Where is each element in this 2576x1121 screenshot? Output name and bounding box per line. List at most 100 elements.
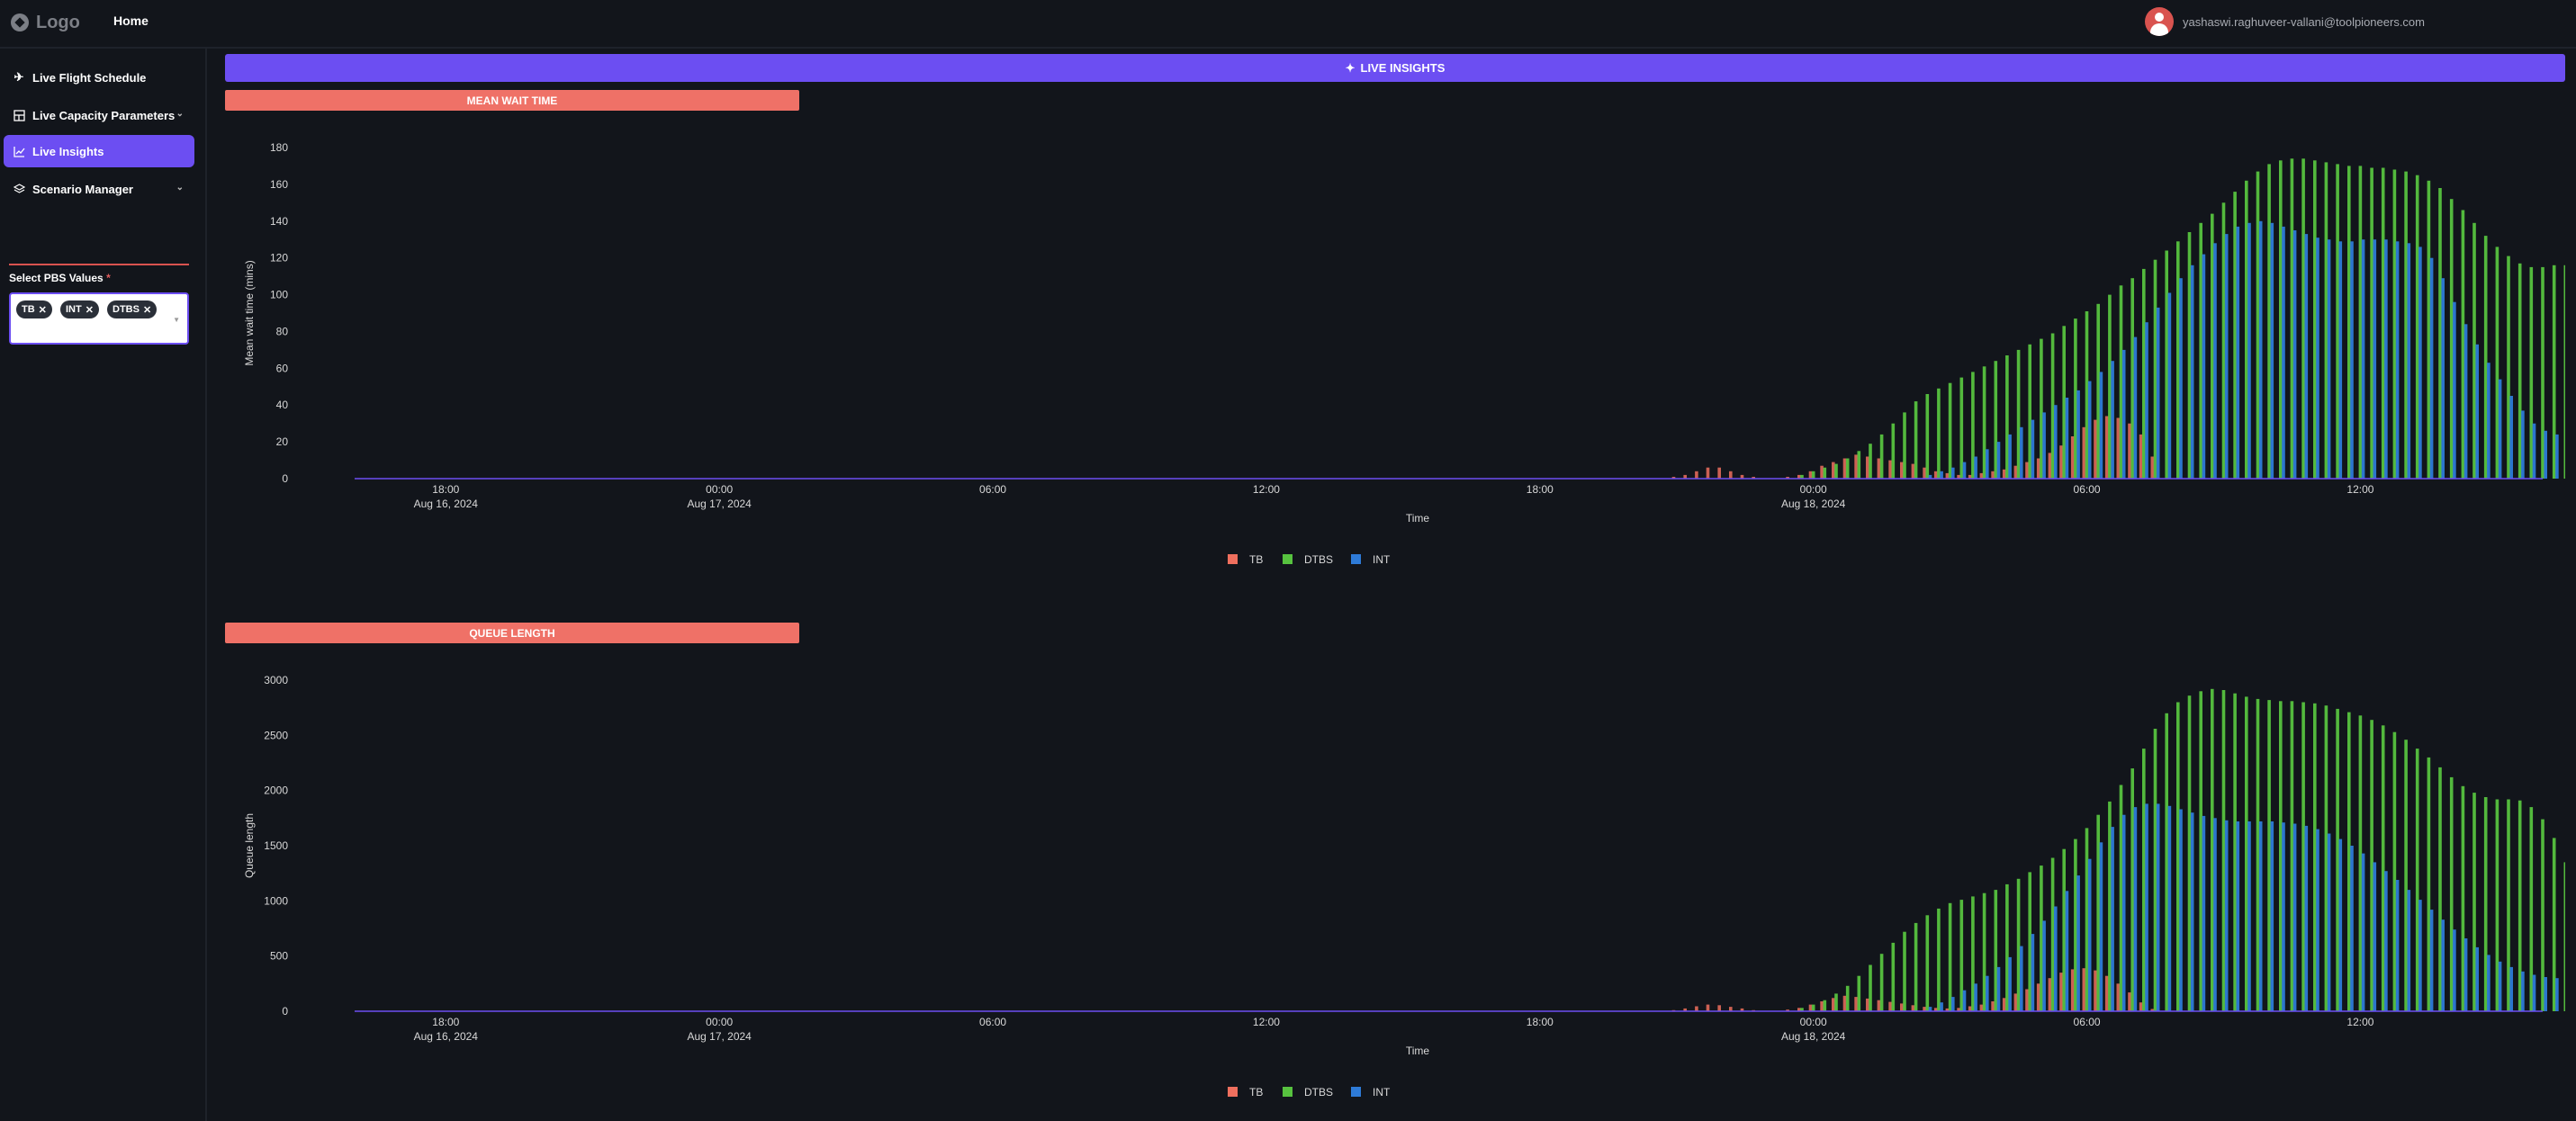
bar-dtbs xyxy=(1845,985,1850,1011)
bar-tb xyxy=(1979,1004,1984,1011)
bar-tb xyxy=(1945,472,1950,479)
sidebar-item-label: Live Insights xyxy=(32,144,104,158)
legend-label: INT xyxy=(1373,553,1391,566)
bar-dtbs xyxy=(2233,192,2237,479)
bar-dtbs xyxy=(2187,232,2192,479)
pbs-chip[interactable]: INT ✕ xyxy=(60,300,99,318)
bar-dtbs xyxy=(2187,695,2192,1011)
bar-int xyxy=(2008,434,2012,479)
pbs-multiselect[interactable]: TB ✕ INT ✕ DTBS ✕ ▼ xyxy=(9,292,189,345)
logo-text: Logo xyxy=(36,12,80,32)
bar-int xyxy=(2487,955,2490,1011)
avatar-icon[interactable] xyxy=(2145,7,2174,36)
x-tick-label: 00:00 xyxy=(706,1016,733,1028)
bar-int xyxy=(2453,929,2456,1011)
chevron-down-icon[interactable]: ⌄ xyxy=(176,183,184,193)
bar-tb xyxy=(1877,1000,1881,1011)
bar-tb xyxy=(2025,989,2029,1011)
bar-dtbs xyxy=(1925,915,1930,1011)
bar-int xyxy=(2292,823,2297,1011)
bar-int xyxy=(2190,265,2194,479)
bar-dtbs xyxy=(2108,294,2112,479)
bar-int xyxy=(2087,858,2092,1011)
sidebar-item-live-flight-schedule[interactable]: ✈ Live Flight Schedule xyxy=(4,61,194,94)
bar-dtbs xyxy=(1857,451,1861,479)
bar-dtbs xyxy=(2438,767,2442,1011)
bar-tb xyxy=(2059,973,2063,1011)
bar-dtbs xyxy=(2392,169,2397,479)
bar-int xyxy=(2111,361,2114,479)
bar-dtbs xyxy=(2301,158,2305,480)
y-tick-label: 0 xyxy=(282,472,288,485)
bar-tb xyxy=(1866,456,1869,479)
bar-int xyxy=(1986,449,1989,479)
close-icon[interactable]: ✕ xyxy=(86,304,94,316)
chevron-down-icon[interactable]: ⌄ xyxy=(176,109,184,119)
bar-int xyxy=(2076,875,2080,1011)
bar-int xyxy=(2282,226,2285,479)
bar-dtbs xyxy=(2279,160,2283,480)
bar-int xyxy=(2395,880,2400,1011)
bar-int xyxy=(1996,442,2001,479)
bar-tb xyxy=(1979,472,1984,479)
bar-tb xyxy=(2116,417,2121,479)
y-tick-label: 0 xyxy=(282,1005,288,1018)
user-menu[interactable]: yashaswi.raghuveer-vallani@toolpioneers.… xyxy=(2145,7,2425,36)
bar-dtbs xyxy=(2336,164,2339,479)
bar-dtbs xyxy=(2427,757,2431,1011)
y-tick-label: 180 xyxy=(270,141,288,154)
sidebar-item-scenario-manager[interactable]: Scenario Manager ⌄ xyxy=(4,173,194,205)
sidebar-item-live-capacity-parameters[interactable]: Live Capacity Parameters ⌄ xyxy=(4,99,194,131)
bar-int xyxy=(2121,349,2126,479)
y-axis-label: Queue length xyxy=(243,813,256,878)
bar-int xyxy=(2224,234,2229,479)
bar-dtbs xyxy=(2221,690,2226,1011)
bar-int xyxy=(2076,390,2080,479)
bar-int xyxy=(1986,975,1989,1011)
bar-dtbs xyxy=(2085,828,2089,1011)
bar-dtbs xyxy=(2483,236,2488,479)
logo[interactable]: Logo xyxy=(11,11,80,34)
pbs-label-text: Select PBS Values xyxy=(9,272,104,284)
bar-int xyxy=(2441,919,2445,1011)
x-tick-date-label: Aug 17, 2024 xyxy=(687,498,752,510)
legend-swatch xyxy=(1228,1087,1238,1097)
legend-swatch xyxy=(1283,1087,1293,1097)
bar-int xyxy=(2509,966,2513,1011)
close-icon[interactable]: ✕ xyxy=(143,304,151,316)
bar-int xyxy=(2532,423,2536,479)
close-icon[interactable]: ✕ xyxy=(39,304,47,316)
pbs-chip[interactable]: TB ✕ xyxy=(16,300,52,318)
bar-dtbs xyxy=(2165,713,2168,1011)
bar-int xyxy=(2463,324,2468,479)
bar-dtbs xyxy=(1948,902,1952,1011)
bar-int xyxy=(2521,971,2525,1011)
x-tick-label: 18:00 xyxy=(1527,483,1554,496)
bar-int xyxy=(2350,241,2354,479)
bar-int xyxy=(2327,239,2331,479)
layers-icon xyxy=(13,183,25,195)
bar-tb xyxy=(2128,992,2131,1011)
bar-tb xyxy=(2013,465,2018,479)
pbs-chip[interactable]: DTBS ✕ xyxy=(107,300,158,318)
bar-dtbs xyxy=(2096,303,2100,479)
bar-dtbs xyxy=(2427,180,2431,480)
sidebar-item-live-insights[interactable]: Live Insights xyxy=(4,135,194,167)
legend-swatch xyxy=(1228,554,1238,564)
chevron-down-icon[interactable]: ▼ xyxy=(173,316,180,324)
bar-dtbs xyxy=(1857,975,1861,1011)
bar-int xyxy=(2544,430,2547,479)
y-tick-label: 120 xyxy=(270,252,288,265)
bar-int xyxy=(2099,372,2103,479)
x-tick-label: 00:00 xyxy=(1800,483,1827,496)
bar-dtbs xyxy=(1925,394,1930,479)
bar-dtbs xyxy=(2176,241,2180,479)
home-link[interactable]: Home xyxy=(113,13,149,28)
bar-dtbs xyxy=(2176,702,2180,1011)
bar-dtbs xyxy=(2199,222,2202,480)
bar-int xyxy=(2236,821,2240,1011)
bar-tb xyxy=(1832,998,1835,1011)
bar-int xyxy=(2555,434,2559,479)
bar-tb xyxy=(1695,471,1698,479)
bar-int xyxy=(1974,456,1977,479)
